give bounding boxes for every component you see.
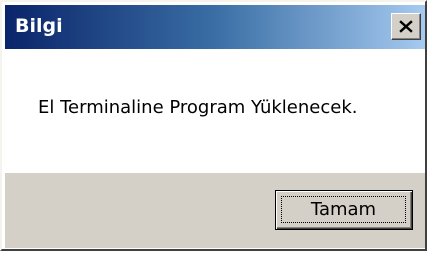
ok-button-label: Tamam <box>310 198 377 220</box>
dialog-message: El Terminaline Program Yüklenecek. <box>38 97 358 118</box>
ok-button[interactable]: Tamam <box>275 190 413 230</box>
dialog-title: Bilgi <box>15 15 63 37</box>
close-button[interactable] <box>391 13 421 40</box>
title-bar[interactable]: Bilgi <box>5 5 425 49</box>
close-icon <box>399 20 413 33</box>
message-dialog: Bilgi El Terminaline Program Yüklenecek.… <box>0 0 427 251</box>
dialog-footer: Tamam <box>5 173 425 248</box>
dialog-content: El Terminaline Program Yüklenecek. <box>5 49 425 173</box>
focus-rectangle: Tamam <box>281 196 406 223</box>
